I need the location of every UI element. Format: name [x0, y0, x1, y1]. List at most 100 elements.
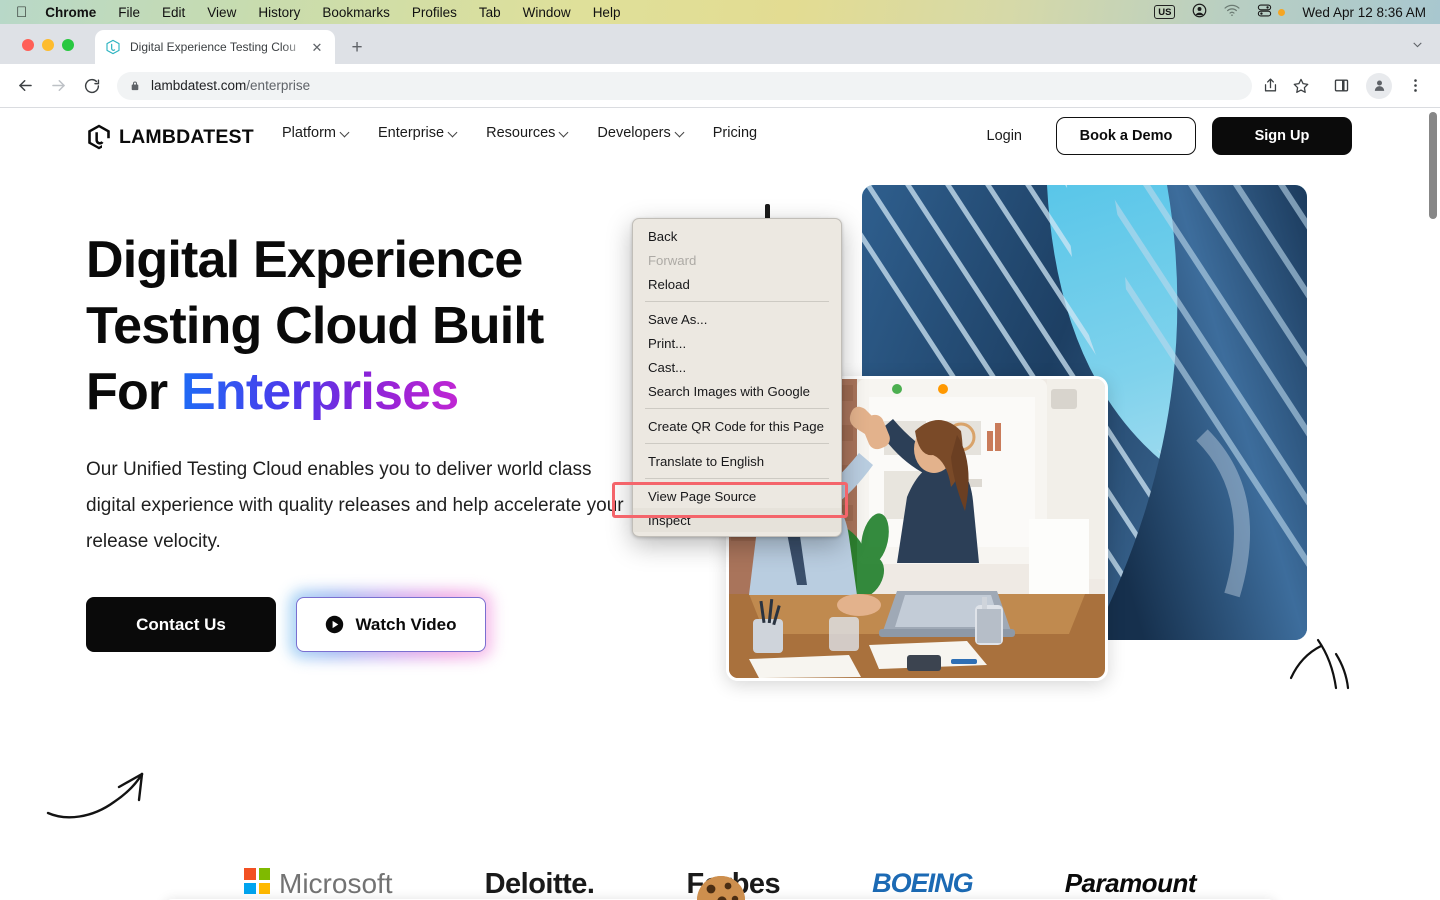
header-actions: Login Book a Demo Sign Up [987, 117, 1352, 155]
login-link[interactable]: Login [987, 128, 1022, 144]
browser-toolbar: lambdatest.com/enterprise [0, 64, 1440, 108]
context-menu-item-save-as[interactable]: Save As... [633, 307, 841, 331]
menu-item-help[interactable]: Help [593, 5, 621, 20]
watch-video-label: Watch Video [355, 614, 457, 634]
menubar-clock[interactable]: Wed Apr 12 8:36 AM [1302, 5, 1426, 20]
chevron-down-icon [341, 128, 350, 137]
notification-dot-icon [1278, 8, 1286, 16]
chevron-down-icon [449, 128, 458, 137]
boeing-logo-icon: BOEING [872, 868, 974, 898]
page-scrollbar[interactable] [1426, 109, 1440, 900]
play-circle-icon [326, 615, 344, 634]
menu-item-tab[interactable]: Tab [479, 5, 501, 20]
site-logo[interactable]: LAMBDATEST [86, 123, 254, 151]
forward-arrow-icon[interactable] [47, 72, 70, 100]
new-tab-button[interactable]: + [346, 37, 368, 59]
side-panel-icon[interactable] [1328, 73, 1354, 99]
chevron-down-icon [676, 128, 685, 137]
microsoft-squares-icon [244, 868, 270, 894]
window-maximize-button[interactable] [62, 39, 74, 51]
lock-icon [129, 80, 141, 92]
context-menu-separator [645, 478, 829, 479]
lambdatest-favicon [105, 39, 121, 55]
menu-item-window[interactable]: Window [523, 5, 571, 20]
share-icon[interactable] [1257, 73, 1283, 99]
site-logo-text: LAMBDATEST [119, 125, 254, 148]
context-menu-item-cast[interactable]: Cast... [633, 355, 841, 379]
browser-tab-strip: Digital Experience Testing Clou ✕ + [0, 24, 1440, 64]
cookie-icon [697, 876, 745, 900]
macos-menu-bar:  Chrome File Edit View History Bookmark… [0, 0, 1440, 24]
chevron-down-icon [560, 128, 569, 137]
context-menu-separator [645, 408, 829, 409]
url-path: /enterprise [246, 78, 311, 93]
context-menu-item-translate-to-english[interactable]: Translate to English [633, 449, 841, 473]
star-icon[interactable] [1288, 73, 1314, 99]
menu-item-bookmarks[interactable]: Bookmarks [322, 5, 390, 20]
site-header: LAMBDATEST Platform Enterprise Resources… [0, 109, 1440, 171]
nav-label: Resources [486, 125, 556, 141]
contact-us-button[interactable]: Contact Us [86, 597, 276, 652]
paramount-logo-icon: Paramount [1064, 868, 1197, 898]
back-arrow-icon[interactable] [14, 72, 37, 100]
nav-label: Enterprise [378, 125, 445, 141]
context-menu-item-back[interactable]: Back [633, 224, 841, 248]
window-minimize-button[interactable] [42, 39, 54, 51]
context-menu-item-search-images-with-google[interactable]: Search Images with Google [633, 379, 841, 403]
nav-item-enterprise[interactable]: Enterprise [378, 125, 458, 141]
chevron-down-icon[interactable] [1411, 38, 1424, 56]
apple-logo-icon[interactable]:  [16, 5, 27, 20]
menu-item-edit[interactable]: Edit [162, 5, 185, 20]
curved-arrow-icon [46, 772, 144, 819]
decorative-scribble-icon [1289, 638, 1350, 690]
address-bar-url: lambdatest.com/enterprise [151, 78, 310, 93]
window-traffic-lights [22, 39, 74, 51]
context-menu-item-forward: Forward [648, 252, 697, 268]
hero-title-line-2: Testing Cloud Built [86, 297, 544, 355]
nav-item-developers[interactable]: Developers [597, 125, 684, 141]
profile-avatar-icon[interactable] [1366, 72, 1392, 99]
hero-subtitle: Our Unified Testing Cloud enables you to… [86, 459, 624, 552]
browser-tab[interactable]: Digital Experience Testing Clou ✕ [95, 30, 335, 64]
hero-title-line-1: Digital Experience [86, 231, 523, 289]
control-center-icon[interactable] [1257, 3, 1272, 21]
close-icon[interactable]: ✕ [309, 39, 325, 55]
menu-item-file[interactable]: File [118, 5, 140, 20]
menu-item-profiles[interactable]: Profiles [412, 5, 457, 20]
nav-label: Pricing [712, 125, 758, 141]
page-title: Digital Experience Testing Cloud Built F… [86, 227, 646, 425]
hero-title-line-3-prefix: For [86, 363, 182, 421]
browser-tab-title: Digital Experience Testing Clou [130, 40, 296, 54]
watch-video-button[interactable]: Watch Video [296, 597, 486, 652]
nav-label: Developers [597, 125, 671, 141]
context-menu-separator [645, 443, 829, 444]
context-menu-item-print[interactable]: Print... [633, 331, 841, 355]
scrollbar-thumb[interactable] [1429, 112, 1437, 219]
reload-icon[interactable] [80, 72, 103, 100]
sign-up-button[interactable]: Sign Up [1212, 117, 1352, 155]
deloitte-logo-icon: Deloitte. [484, 868, 595, 900]
main-navigation: Platform Enterprise Resources Developers… [282, 125, 785, 141]
client-logo-label: Microsoft [279, 868, 393, 899]
nav-item-platform[interactable]: Platform [282, 125, 350, 141]
nav-label: Platform [282, 125, 336, 141]
wifi-icon[interactable] [1224, 4, 1240, 20]
three-dots-menu-icon[interactable] [1402, 73, 1428, 99]
menu-item-history[interactable]: History [258, 5, 300, 20]
lambdatest-mark-icon [88, 124, 110, 150]
nav-item-pricing[interactable]: Pricing [713, 125, 757, 141]
watch-video-wrapper: Watch Video [289, 590, 493, 659]
url-domain: lambdatest.com [151, 78, 247, 93]
book-a-demo-button[interactable]: Book a Demo [1056, 117, 1196, 155]
window-close-button[interactable] [22, 39, 34, 51]
address-bar[interactable]: lambdatest.com/enterprise [117, 71, 1252, 100]
context-menu-separator [645, 301, 829, 302]
nav-item-resources[interactable]: Resources [486, 125, 569, 141]
menu-item-chrome[interactable]: Chrome [45, 5, 96, 20]
context-menu-item-reload[interactable]: Reload [633, 272, 841, 296]
input-source-indicator[interactable]: US [1154, 5, 1176, 19]
inspect-highlight-box [612, 482, 848, 518]
context-menu-item-create-qr-code[interactable]: Create QR Code for this Page [633, 414, 841, 438]
user-circle-icon[interactable] [1192, 3, 1207, 21]
menu-item-view[interactable]: View [207, 5, 236, 20]
